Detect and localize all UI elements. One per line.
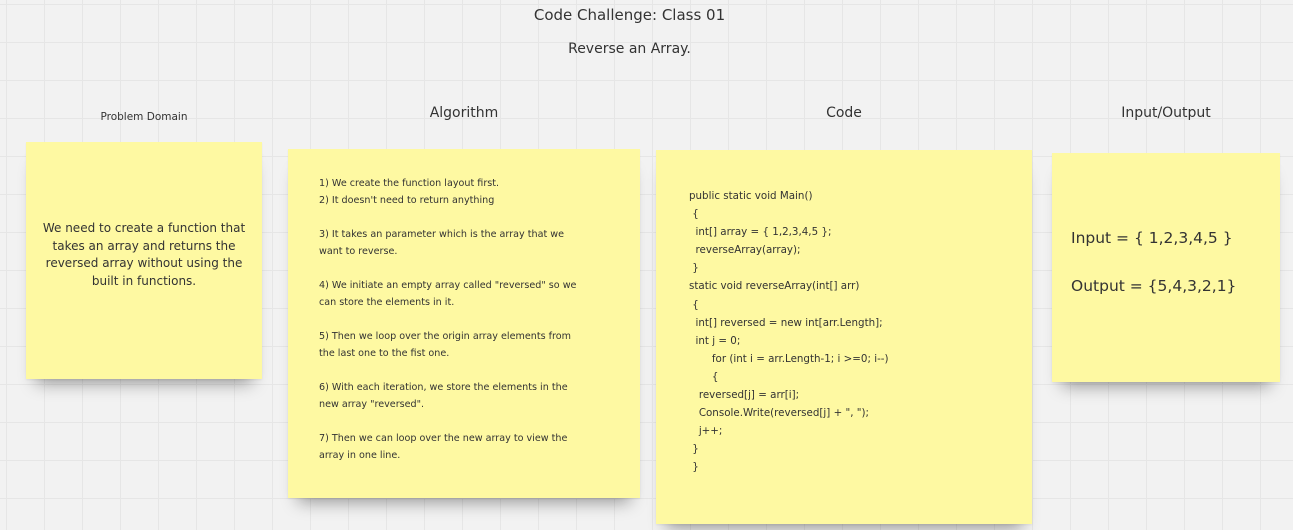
algorithm-step-line: 2) It doesn't need to return anything — [319, 195, 495, 206]
code-line: reversed[j] = arr[i]; — [689, 389, 800, 402]
code-line: } — [689, 262, 699, 275]
algorithm-spacer — [319, 311, 620, 328]
algorithm-spacer — [319, 260, 620, 277]
code-line: reverseArray(array); — [689, 244, 801, 257]
algorithm-spacer — [319, 209, 620, 226]
algorithm-step-line: 3) It takes an parameter which is the ar… — [319, 229, 565, 240]
output-example: Output = {5,4,3,2,1} — [1071, 277, 1237, 295]
code-line: { — [689, 298, 699, 311]
algorithm-step-line: array in one line. — [319, 450, 401, 461]
algorithm-step-line: new array "reversed". — [319, 399, 425, 410]
problem-domain-text: We need to create a function that takes … — [42, 221, 246, 288]
algorithm-step-line: can store the elements in it. — [319, 297, 455, 308]
algorithm-step-line: the last one to the fist one. — [319, 348, 450, 359]
code-line: { — [689, 370, 719, 383]
column-heading-algorithm[interactable]: Algorithm — [288, 105, 640, 121]
board-subtitle[interactable]: Reverse an Array. — [0, 41, 1259, 57]
code-line: } — [689, 443, 699, 456]
algorithm-step-line: want to reverse. — [319, 246, 398, 257]
sticky-note-code[interactable]: public static void Main() { int[] array … — [656, 150, 1032, 524]
code-line: public static void Main() — [689, 190, 813, 202]
code-snippet: public static void Main() { int[] array … — [689, 187, 889, 477]
code-line: { — [689, 208, 699, 221]
sticky-note-algorithm[interactable]: 1) We create the function layout first. 2… — [288, 149, 640, 498]
input-example: Input = { 1,2,3,4,5 } — [1071, 229, 1233, 247]
code-line: int[] array = { 1,2,3,4,5 }; — [689, 226, 832, 239]
algorithm-steps: 1) We create the function layout first. 2… — [319, 175, 620, 464]
algorithm-step-line: 1) We create the function layout first. — [319, 178, 500, 189]
sticky-note-input-output[interactable]: Input = { 1,2,3,4,5 } Output = {5,4,3,2,… — [1052, 153, 1280, 382]
algorithm-spacer — [319, 413, 620, 430]
board-title[interactable]: Code Challenge: Class 01 — [0, 6, 1259, 24]
code-line: int[] reversed = new int[arr.Length]; — [689, 316, 883, 329]
sticky-note-problem-domain[interactable]: We need to create a function that takes … — [26, 142, 262, 379]
code-line: } — [689, 461, 699, 474]
algorithm-step-line: 5) Then we loop over the origin array el… — [319, 331, 571, 342]
code-line: static void reverseArray(int[] arr) — [689, 280, 860, 293]
code-line: Console.Write(reversed[j] + ", "); — [689, 407, 869, 420]
column-heading-input-output[interactable]: Input/Output — [1052, 105, 1280, 121]
column-heading-problem-domain[interactable]: Problem Domain — [26, 111, 262, 123]
algorithm-step-line: 7) Then we can loop over the new array t… — [319, 433, 568, 444]
code-line: j++; — [689, 425, 723, 438]
algorithm-step-line: 6) With each iteration, we store the ele… — [319, 382, 568, 393]
column-heading-code[interactable]: Code — [656, 105, 1032, 121]
algorithm-spacer — [319, 362, 620, 379]
algorithm-step-line: 4) We initiate an empty array called "re… — [319, 280, 577, 291]
whiteboard-canvas[interactable]: { "board": { "title": "Code Challenge: C… — [0, 0, 1293, 530]
code-line: for (int i = arr.Length-1; i >=0; i--) — [689, 352, 889, 365]
code-line: int j = 0; — [689, 334, 741, 347]
